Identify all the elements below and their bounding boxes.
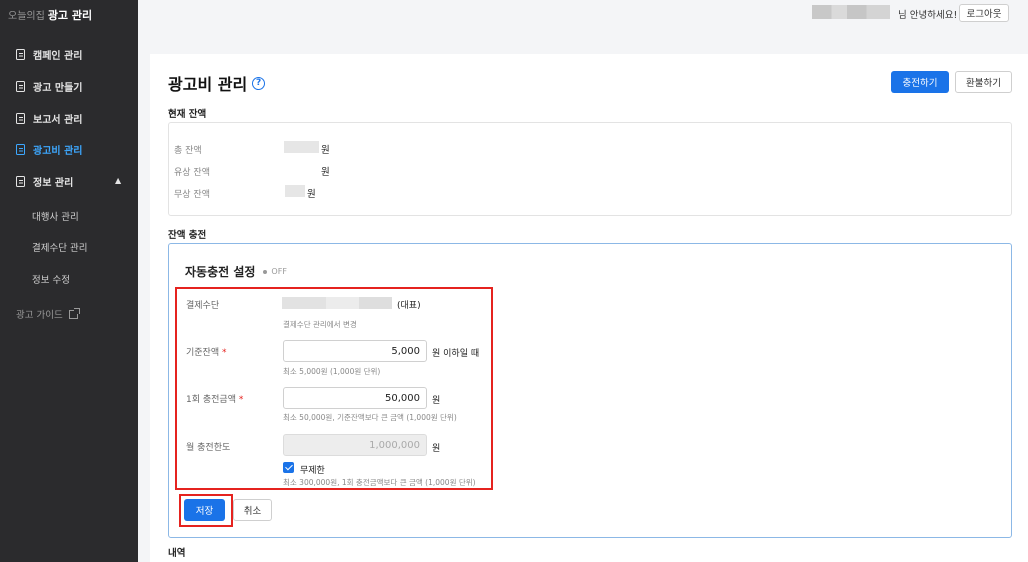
free-balance-unit: 원 [307,189,316,200]
monthly-limit-unit: 원 [432,444,441,454]
brand-title: 광고 관리 [47,9,93,22]
document-icon [16,176,25,187]
charge-amount-unit: 원 [432,396,441,406]
charge-button[interactable]: 충전하기 [891,71,949,93]
payment-method-label: 결제수단 [186,301,220,311]
page-title: 광고비 관리 ? [168,71,266,95]
recharge-panel: 자동충전 설정 OFF 결제수단 (대표) 결제수단 관리에서 변경 기준잔액 … [168,243,1012,538]
sidebar: 오늘의집 광고 관리 캠페인 관리 광고 만들기 보고서 관리 광고비 관리 정보… [0,0,138,562]
recharge-section-label: 잔액 충전 [168,230,207,241]
guide-label: 광고 가이드 [16,310,63,321]
free-balance-redacted [285,185,305,197]
sidebar-item-campaign[interactable]: 캠페인 관리 [16,47,82,62]
sidebar-item-label: 광고비 관리 [33,146,83,157]
free-balance-label: 무상 잔액 [174,190,210,200]
main-content: 광고비 관리 ? 충전하기 환불하기 현재 잔액 총 잔액 원 유상 잔액 원 … [150,54,1028,562]
auto-charge-title: 자동충전 설정 OFF [185,263,287,280]
threshold-label: 기준잔액 * [186,345,227,358]
required-mark: * [238,395,244,405]
document-icon [16,49,25,60]
status-badge: OFF [263,267,287,276]
page-title-text: 광고비 관리 [168,75,248,94]
brand-logo[interactable]: 오늘의집 광고 관리 [8,7,92,23]
chevron-up-icon[interactable]: ▲ [115,176,121,185]
user-name-redacted [812,5,890,19]
sidebar-item-info[interactable]: 정보 관리 [16,174,73,189]
unlimited-label[interactable]: 무제한 [300,463,325,476]
threshold-input[interactable] [283,340,427,362]
balance-section-label: 현재 잔액 [168,109,207,120]
brand-prefix: 오늘의집 [8,11,45,22]
document-icon [16,113,25,124]
document-icon [16,144,25,155]
monthly-limit-label: 월 충전한도 [186,443,231,453]
help-icon[interactable]: ? [252,76,266,90]
charge-amount-hint: 최소 50,000원, 기준잔액보다 큰 금액 (1,000원 단위) [283,413,457,422]
sidebar-subitem-edit-info[interactable]: 정보 수정 [32,272,70,286]
sidebar-item-guide[interactable]: 광고 가이드 [16,307,80,321]
payment-method-redacted [282,297,392,309]
total-balance-label: 총 잔액 [174,146,202,156]
total-balance-redacted [284,141,319,153]
payment-method-hint[interactable]: 결제수단 관리에서 변경 [283,319,357,330]
charge-amount-input[interactable] [283,387,427,409]
sidebar-item-reports[interactable]: 보고서 관리 [16,111,82,126]
sidebar-item-label: 정보 관리 [33,178,74,189]
sidebar-item-ad-budget[interactable]: 광고비 관리 [16,142,82,157]
sidebar-item-label: 캠페인 관리 [33,51,83,62]
document-icon [16,81,25,92]
monthly-limit-hint: 최소 300,000원, 1회 충전금액보다 큰 금액 (1,000원 단위) [283,478,476,487]
sidebar-item-create-ad[interactable]: 광고 만들기 [16,79,82,94]
sidebar-subitem-agency[interactable]: 대행사 관리 [32,209,79,223]
unlimited-checkbox[interactable] [283,462,294,473]
save-button[interactable]: 저장 [184,499,225,521]
charge-amount-label-text: 1회 충전금액 [186,395,236,405]
refund-button[interactable]: 환불하기 [955,71,1012,93]
top-bar: 님 안녕하세요! 로그아웃 [138,0,1028,28]
threshold-hint: 최소 5,000원 (1,000원 단위) [283,367,381,376]
greeting-text: 님 안녕하세요! [898,10,958,21]
threshold-unit: 원 이하일 때 [432,349,480,359]
total-balance-unit: 원 [321,145,330,156]
logout-button[interactable]: 로그아웃 [959,4,1009,22]
paid-balance-label: 유상 잔액 [174,168,210,178]
external-link-icon [68,307,80,319]
cancel-button[interactable]: 취소 [233,499,272,521]
balance-panel: 총 잔액 원 유상 잔액 원 무상 잔액 원 [168,122,1012,216]
threshold-label-text: 기준잔액 [186,348,220,358]
auto-charge-title-text: 자동충전 설정 [185,265,256,279]
sidebar-subitem-payment[interactable]: 결제수단 관리 [32,240,87,254]
history-section-label: 내역 [168,548,186,559]
paid-balance-unit: 원 [321,167,330,178]
sidebar-item-label: 보고서 관리 [33,115,83,126]
charge-amount-label: 1회 충전금액 * [186,392,243,405]
payment-method-tag: (대표) [397,301,421,311]
status-text: OFF [271,267,287,276]
required-mark: * [222,348,227,358]
monthly-limit-input[interactable] [283,434,427,456]
status-dot-icon [263,269,268,274]
sidebar-item-label: 광고 만들기 [33,83,83,94]
